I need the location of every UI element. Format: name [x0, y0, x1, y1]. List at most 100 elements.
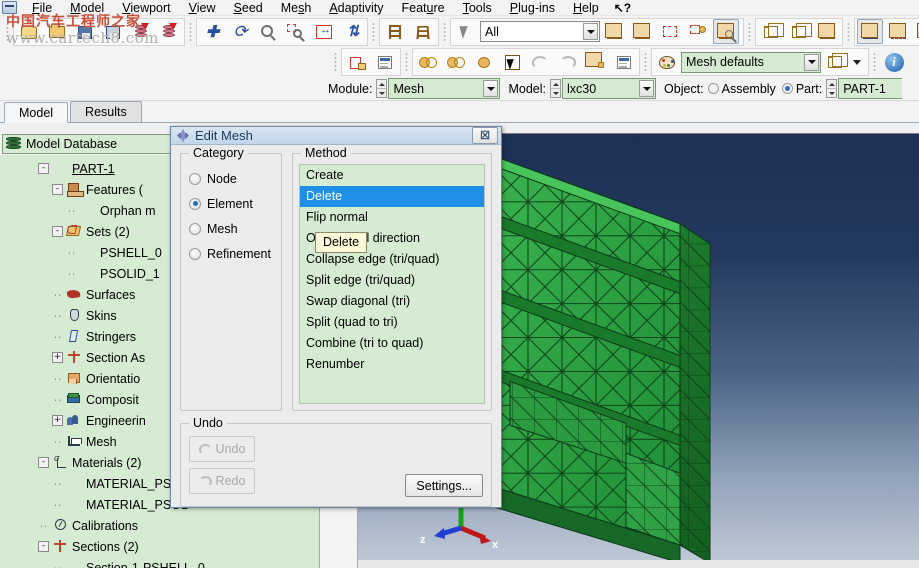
magnify-view-button[interactable] — [255, 19, 281, 44]
model-combo[interactable]: lxc30 — [562, 78, 657, 99]
node-points-button[interactable] — [685, 19, 711, 44]
menu-view[interactable]: View — [180, 0, 225, 16]
seed-part-button[interactable] — [382, 19, 408, 44]
menu-tools[interactable]: Tools — [454, 0, 501, 16]
selection-filter-combo[interactable]: All — [480, 21, 600, 42]
chevron-down-icon[interactable] — [804, 53, 819, 71]
auto-fit-button[interactable] — [311, 19, 337, 44]
show-native-mesh-button[interactable] — [885, 19, 911, 44]
undo-view-button[interactable] — [527, 50, 553, 75]
part-radio[interactable] — [781, 83, 793, 94]
tab-results[interactable]: Results — [70, 101, 142, 122]
cube-style-dropdown-arrow[interactable] — [849, 52, 865, 72]
new-model-database-button[interactable] — [16, 19, 42, 44]
pan-view-button[interactable]: ✚ — [199, 19, 225, 44]
radio-button[interactable] — [189, 222, 201, 235]
rotate-view-button[interactable]: ⟳ — [227, 19, 253, 44]
query-information-button[interactable] — [372, 50, 398, 75]
menu-file[interactable]: File — [23, 0, 61, 16]
toolbar-grip[interactable] — [371, 20, 376, 43]
radio-button[interactable] — [189, 197, 201, 210]
collapse-icon[interactable]: - — [52, 184, 63, 195]
boolean-merge-button[interactable] — [415, 50, 441, 75]
tree-item[interactable]: - Sections (2) — [0, 536, 319, 557]
category-option-node[interactable]: Node — [189, 166, 273, 191]
save-database-button[interactable] — [72, 19, 98, 44]
display-shaded-button[interactable] — [814, 19, 840, 44]
context-help-icon[interactable]: ↖? — [614, 1, 631, 15]
box-zoom-button[interactable] — [283, 19, 309, 44]
undo-button[interactable]: Undo — [189, 436, 255, 462]
info-button[interactable]: i — [881, 50, 907, 75]
part-combo[interactable]: PART-1 — [838, 78, 903, 99]
expand-icon[interactable]: + — [52, 352, 63, 363]
tab-model[interactable]: Model — [4, 102, 69, 123]
chevron-down-icon[interactable] — [483, 80, 499, 97]
menu-feature[interactable]: Feature — [393, 0, 454, 16]
radio-button[interactable] — [189, 247, 201, 260]
menu-viewport[interactable]: Viewport — [113, 0, 179, 16]
module-combo[interactable]: Mesh — [388, 78, 501, 99]
category-option-element[interactable]: Element — [189, 191, 273, 216]
collapse-icon[interactable]: - — [38, 457, 49, 468]
toolbar-grip[interactable] — [872, 51, 877, 73]
drag-box-button[interactable] — [657, 19, 683, 44]
partition-button[interactable] — [344, 50, 370, 75]
menu-adaptivity[interactable]: Adaptivity — [320, 0, 392, 16]
cycle-views-button[interactable]: ⇅ — [339, 19, 365, 44]
method-item[interactable]: Swap diagonal (tri) — [300, 291, 484, 312]
method-item[interactable]: Delete — [300, 186, 484, 207]
toolbar-grip[interactable] — [188, 20, 193, 43]
collapse-icon[interactable]: - — [38, 541, 49, 552]
method-item[interactable]: Split (quad to tri) — [300, 312, 484, 333]
menu-plugins[interactable]: Plug-ins — [501, 0, 564, 16]
boolean-intersect-button[interactable] — [443, 50, 469, 75]
display-group-report-button[interactable] — [611, 50, 637, 75]
method-item[interactable]: Combine (tri to quad) — [300, 333, 484, 354]
tree-item[interactable]: ·· Calibrations — [0, 515, 319, 536]
menu-seed[interactable]: Seed — [225, 0, 272, 16]
render-style-combo[interactable]: Mesh defaults — [681, 51, 821, 73]
color-palette-button[interactable] — [654, 50, 680, 75]
render-filled-button[interactable] — [629, 19, 655, 44]
method-item[interactable]: Flip normal — [300, 207, 484, 228]
category-option-refinement[interactable]: Refinement — [189, 241, 273, 266]
toolbar-grip[interactable] — [643, 51, 648, 73]
category-option-mesh[interactable]: Mesh — [189, 216, 273, 241]
selection-cursor-button[interactable] — [453, 19, 479, 44]
toolbar-grip[interactable] — [442, 20, 447, 43]
export-model-button[interactable] — [156, 19, 182, 44]
collapse-icon[interactable]: - — [52, 226, 63, 237]
collapse-icon[interactable]: - — [38, 163, 49, 174]
show-green-mesh-button[interactable] — [913, 19, 919, 44]
display-group-button[interactable] — [583, 50, 609, 75]
menu-model[interactable]: Model — [61, 0, 113, 16]
model-spinner[interactable] — [550, 79, 562, 98]
toolbar-grip[interactable] — [846, 20, 851, 43]
import-model-button[interactable] — [128, 19, 154, 44]
module-spinner[interactable] — [376, 79, 388, 98]
print-button[interactable] — [100, 19, 126, 44]
menu-help[interactable]: Help — [564, 0, 608, 16]
boolean-single-button[interactable] — [471, 50, 497, 75]
show-mesh-button[interactable] — [857, 19, 883, 44]
method-item[interactable]: Create — [300, 165, 484, 186]
settings-button[interactable]: Settings... — [405, 474, 483, 497]
tree-item[interactable]: ·· Section-1-PSHELL_0 — [0, 557, 319, 568]
redo-button[interactable]: Redo — [189, 468, 255, 494]
toolbar-grip[interactable] — [5, 20, 10, 43]
toolbar-grip[interactable] — [404, 51, 409, 73]
menu-mesh[interactable]: Mesh — [272, 0, 321, 16]
method-item[interactable]: Renumber — [300, 354, 484, 375]
render-shaded-button[interactable] — [601, 19, 627, 44]
assembly-radio[interactable] — [707, 83, 719, 94]
method-list[interactable]: CreateDeleteFlip normalOrient shell dire… — [299, 164, 485, 404]
query-cube-button[interactable] — [713, 19, 739, 44]
toolbar-grip[interactable] — [747, 20, 752, 43]
expand-icon[interactable]: + — [52, 415, 63, 426]
dialog-title-bar[interactable]: Edit Mesh ☒ — [171, 127, 501, 145]
selection-arrow-button[interactable] — [499, 50, 525, 75]
part-spinner[interactable] — [826, 79, 838, 98]
chevron-down-icon[interactable] — [583, 23, 598, 40]
display-hidden-button[interactable] — [786, 19, 812, 44]
